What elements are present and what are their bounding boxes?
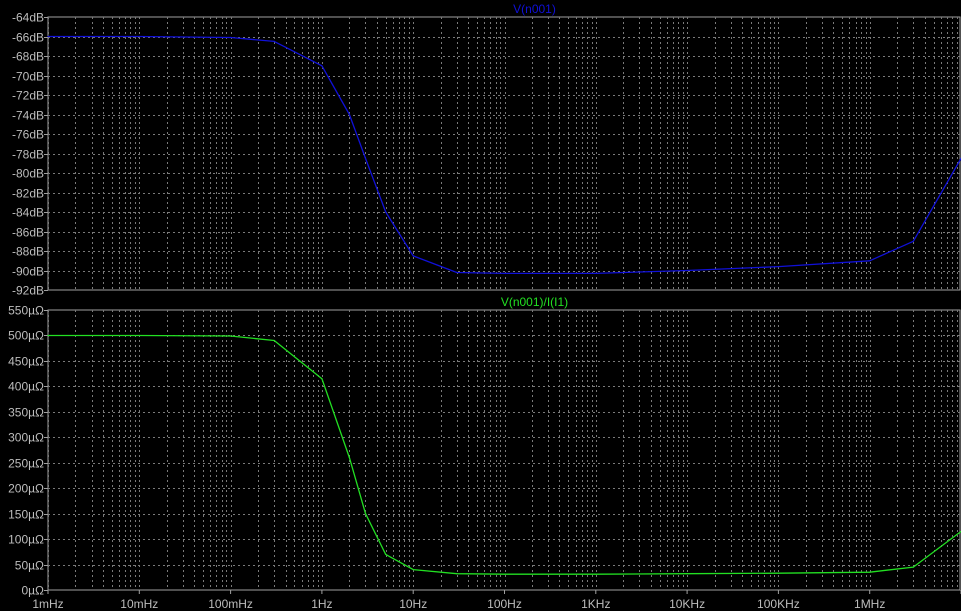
- bottom-ytick-label: 300µΩ: [8, 431, 44, 445]
- bottom-trace-point: [138, 334, 140, 337]
- bottom-trace-point: [456, 573, 458, 575]
- bottom-ytick-label: 150µΩ: [8, 508, 44, 522]
- trace-title-bottom[interactable]: V(n001)/I(I1): [501, 295, 568, 309]
- top-ytick-label: -76dB: [12, 128, 44, 142]
- pane-bottom[interactable]: 550µΩ 500µΩ 450µΩ 400µΩ 350µΩ 300µΩ 250µΩ 200µΩ…: [8, 304, 961, 598]
- xtick-label: 100KHz: [757, 597, 800, 611]
- bottom-ytick-label: 50µΩ: [15, 559, 44, 573]
- bottom-trace-point: [321, 378, 323, 380]
- top-ytick-label: -86dB: [12, 226, 44, 240]
- top-ytick-label: -78dB: [12, 148, 44, 162]
- bottom-ytick-label: 0µΩ: [21, 584, 44, 598]
- top-ytick-label: -90dB: [12, 265, 44, 279]
- bottom-trace-point: [364, 513, 367, 515]
- bottom-frame: [47, 309, 961, 591]
- bottom-ytick-label: 200µΩ: [8, 482, 44, 496]
- bottom-ytick-label: 550µΩ: [8, 304, 44, 318]
- bottom-trace-point: [686, 573, 688, 575]
- bottom-trace-point: [595, 573, 597, 575]
- waveform-plot: -64dB -66dB -68dB -70dB -72dB -74dB -76dB -78dB…: [8, 2, 961, 611]
- bottom-trace-point: [412, 569, 414, 571]
- bottom-ytick-label: 400µΩ: [8, 380, 44, 394]
- top-trace-point: [686, 269, 688, 272]
- top-trace-point: [595, 272, 597, 274]
- x-axis: 1mHz 10mHz 100mHz 1Hz 10Hz 100Hz 1KHz 10KHz 100K…: [32, 590, 961, 611]
- xtick-label: 1KHz: [581, 597, 610, 611]
- top-trace-point: [385, 211, 387, 213]
- bottom-trace-point: [47, 334, 49, 337]
- top-trace-point: [47, 35, 49, 38]
- bottom-ytick-label: 100µΩ: [8, 533, 44, 547]
- xtick-label: 10KHz: [669, 597, 705, 611]
- top-ytick-label: -80dB: [12, 167, 44, 181]
- xtick-label: 10Hz: [399, 597, 427, 611]
- xtick-label: 1mHz: [32, 597, 63, 611]
- top-ytick-label: -92dB: [12, 284, 44, 298]
- bottom-ytick-label: 250µΩ: [8, 457, 44, 471]
- top-ytick-label: -84dB: [12, 206, 44, 220]
- top-ytick-label: -82dB: [12, 187, 44, 201]
- top-trace-point: [777, 266, 780, 268]
- bottom-trace-line[interactable]: [48, 334, 961, 575]
- top-trace-point: [321, 65, 323, 67]
- top-trace-point: [412, 255, 414, 257]
- xtick-label: 1Hz: [311, 597, 332, 611]
- top-ytick-label: -70dB: [12, 70, 44, 84]
- bottom-trace-point: [777, 572, 780, 574]
- xtick-label: 100mHz: [208, 597, 253, 611]
- bottom-ytick-label: 500µΩ: [8, 329, 44, 343]
- bottom-trace-point: [348, 457, 350, 459]
- top-trace-point: [230, 36, 232, 39]
- bottom-ytick-label: 450µΩ: [8, 355, 44, 369]
- bottom-trace-point: [912, 566, 914, 568]
- pane-top[interactable]: -64dB -66dB -68dB -70dB -72dB -74dB -76dB -78dB…: [12, 11, 961, 298]
- top-ytick-label: -74dB: [12, 109, 44, 123]
- top-trace-point: [348, 113, 350, 116]
- xtick-label: 10mHz: [120, 597, 158, 611]
- top-ytick-label: -88dB: [12, 245, 44, 259]
- bottom-trace-point: [230, 335, 232, 337]
- trace-title-top[interactable]: V(n001): [513, 2, 556, 16]
- bottom-trace-point: [385, 553, 387, 556]
- top-frame: [47, 16, 961, 291]
- xtick-label: 1MHz: [854, 597, 885, 611]
- top-trace-point: [273, 40, 275, 43]
- bottom-ytick-label: 350µΩ: [8, 406, 44, 420]
- top-trace-point: [138, 35, 140, 38]
- bottom-trace-point: [869, 571, 871, 573]
- top-ytick-label: -68dB: [12, 50, 44, 64]
- bottom-trace-point: [273, 339, 275, 342]
- top-trace-point: [364, 157, 367, 159]
- top-trace-point: [869, 260, 871, 262]
- xtick-label: 100Hz: [487, 597, 522, 611]
- bottom-trace-point: [503, 573, 506, 575]
- top-ytick-label: -72dB: [12, 89, 44, 103]
- top-trace-point: [503, 272, 506, 274]
- top-trace-point: [456, 271, 458, 274]
- top-ytick-label: -64dB: [12, 11, 44, 25]
- top-trace-point: [912, 240, 914, 242]
- top-ytick-label: -66dB: [12, 31, 44, 45]
